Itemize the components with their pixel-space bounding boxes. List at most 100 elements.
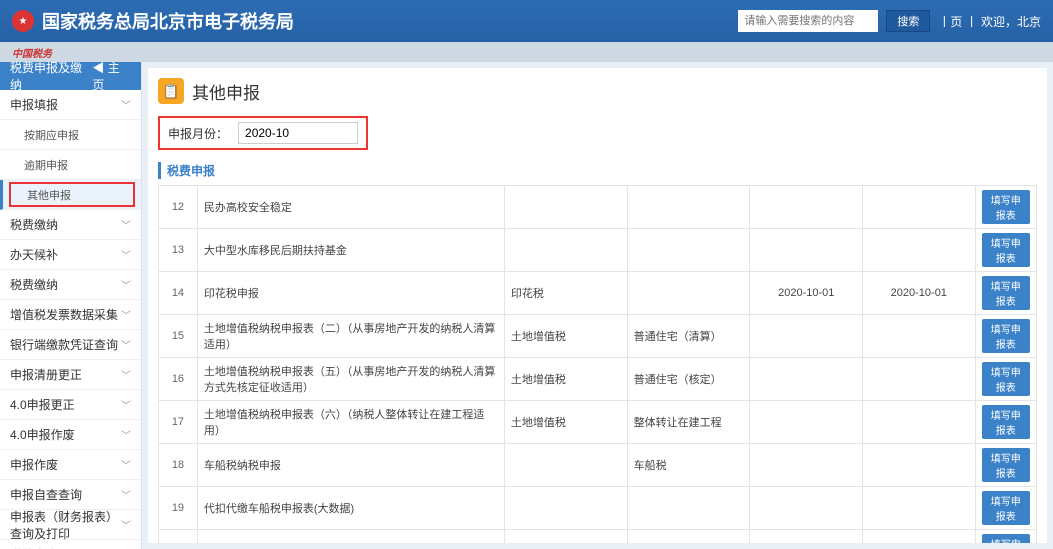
row-col3 [750,186,863,229]
sidebar-sub-item[interactable]: 逾期申报 [0,150,141,180]
row-col3: 2020-10-01 [750,272,863,315]
sidebar-item[interactable]: 申报作废 ﹀ [0,450,141,480]
sidebar-item-label: 4.0申报作废 [10,426,75,443]
row-col3: 2020-10-01 [750,530,863,544]
chevron-down-icon: ﹀ [121,427,131,442]
row-col2: 整体转让在建工程 [627,401,750,444]
sidebar-item-label: 办天候补 [10,246,58,263]
chevron-down-icon: ﹀ [121,457,131,472]
sidebar-item-label: 税费缴纳 [10,276,58,293]
sidebar-item-label: 银行端缴款凭证查询 [10,336,118,353]
row-number: 18 [159,444,198,487]
search-input[interactable] [738,10,878,32]
row-col1: 印花税 [504,272,627,315]
sidebar-item[interactable]: 银行端缴款凭证查询﹀ [0,330,141,360]
row-action: 填写申报表 [975,229,1036,272]
row-name: 大中型水库移民后期扶持基金 [197,229,504,272]
row-col1: 土地增值税 [504,315,627,358]
table-row: 17土地增值税纳税申报表（六）（纳税人整体转让在建工程适用）土地增值税整体转让在… [159,401,1037,444]
row-number: 19 [159,487,198,530]
table-row: 12民办高校安全稳定填写申报表 [159,186,1037,229]
row-name: 车船税纳税申报 [197,444,504,487]
row-col2: 车辆购置税 [627,530,750,544]
sidebar-title: 税费申报及缴纳 [10,62,92,93]
page-title-icon: 📋 [158,78,184,104]
fill-form-button[interactable]: 填写申报表 [982,276,1030,310]
sidebar-item-label: 申报填报 [10,96,58,113]
row-action: 填写申报表 [975,444,1036,487]
fill-form-button[interactable]: 填写申报表 [982,448,1030,482]
row-col1 [504,487,627,530]
table-row: 18车船税纳税申报车船税填写申报表 [159,444,1037,487]
sidebar-item[interactable]: 增值税发票数据采集﹀ [0,300,141,330]
chevron-down-icon: ﹀ [121,487,131,502]
row-col2 [627,487,750,530]
row-col1 [504,229,627,272]
sidebar-item-label: 申报作废 [10,456,58,473]
row-action: 填写申报表 [975,530,1036,544]
header-right: 搜索 丨页 丨 欢迎，北京 [738,10,1041,32]
fill-form-button[interactable]: 填写申报表 [982,190,1030,224]
row-col1: 土地增值税 [504,358,627,401]
page-title: 其他申报 [192,79,260,104]
section-label: 税费申报 [158,162,1037,179]
row-col4 [863,358,976,401]
sidebar-item-label: 增值税发票数据采集 [10,306,118,323]
sidebar-item[interactable]: 申报填报﹀ [0,90,141,120]
fill-form-button[interactable]: 填写申报表 [982,534,1030,543]
row-col3 [750,401,863,444]
row-col2 [627,229,750,272]
sidebar-sub-item[interactable]: 其他申报 [0,180,141,210]
fill-form-button[interactable]: 填写申报表 [982,491,1030,525]
sidebar: 税费申报及缴纳 ◀ 主页 申报填报﹀按期应申报逾期申报其他申报税费缴纳﹀办天候补… [0,62,142,549]
sidebar-header: 税费申报及缴纳 ◀ 主页 [0,62,141,90]
row-col4 [863,229,976,272]
row-col4 [863,401,976,444]
sidebar-item-label: 税费缴纳 [10,216,58,233]
sidebar-item[interactable]: 缴款查询﹀ [0,540,141,549]
sidebar-item-label: 4.0申报更正 [10,396,75,413]
sidebar-item[interactable]: 申报清册更正 ﹀ [0,360,141,390]
sidebar-item[interactable]: 税费缴纳﹀ [0,270,141,300]
logo-icon: ★ [12,10,34,32]
row-name: 印花税申报 [197,272,504,315]
row-col2: 普通住宅（核定） [627,358,750,401]
row-name: 土地增值税纳税申报表（六）（纳税人整体转让在建工程适用） [197,401,504,444]
row-col1: 车辆购置税 [504,530,627,544]
row-name: 土地增值税纳税申报表（五）（从事房地产开发的纳税人清算方式先核定征收适用） [197,358,504,401]
row-col4 [863,444,976,487]
table-row: 19代扣代缴车船税申报表(大数据) 填写申报表 [159,487,1037,530]
row-col2: 普通住宅（清算） [627,315,750,358]
sidebar-item[interactable]: 申报自查查询﹀ [0,480,141,510]
row-number: 17 [159,401,198,444]
row-col4 [863,315,976,358]
row-col3 [750,487,863,530]
period-input[interactable] [238,122,358,144]
row-name: 代扣代缴车船税申报表(大数据) [197,487,504,530]
fill-form-button[interactable]: 填写申报表 [982,362,1030,396]
sidebar-item-label: 申报清册更正 [10,366,82,383]
fill-form-button[interactable]: 填写申报表 [982,405,1030,439]
sidebar-sub-item[interactable]: 按期应申报 [0,120,141,150]
search-button[interactable]: 搜索 [886,10,930,32]
row-col1: 土地增值税 [504,401,627,444]
sidebar-item[interactable]: 4.0申报作废 ﹀ [0,420,141,450]
sidebar-sub-label: 其他申报 [27,187,71,203]
sidebar-item[interactable]: 申报表（财务报表）查询及打印﹀ [0,510,141,540]
sidebar-item[interactable]: 办天候补﹀ [0,240,141,270]
sidebar-item[interactable]: 税费缴纳﹀ [0,210,141,240]
row-col4: 2020-10-01 [863,272,976,315]
table-row: 16土地增值税纳税申报表（五）（从事房地产开发的纳税人清算方式先核定征收适用）土… [159,358,1037,401]
row-col3 [750,444,863,487]
sidebar-item[interactable]: 4.0申报更正﹀ [0,390,141,420]
row-col3 [750,358,863,401]
header-links[interactable]: 丨页 丨 欢迎，北京 [938,13,1041,30]
sidebar-home-link[interactable]: ◀ 主页 [92,62,131,93]
row-number: 16 [159,358,198,401]
chevron-down-icon: ﹀ [121,517,131,532]
sub-brand-text: 中国税务 [12,45,52,60]
chevron-down-icon: ﹀ [121,367,131,382]
row-action: 填写申报表 [975,186,1036,229]
fill-form-button[interactable]: 填写申报表 [982,319,1030,353]
fill-form-button[interactable]: 填写申报表 [982,233,1030,267]
